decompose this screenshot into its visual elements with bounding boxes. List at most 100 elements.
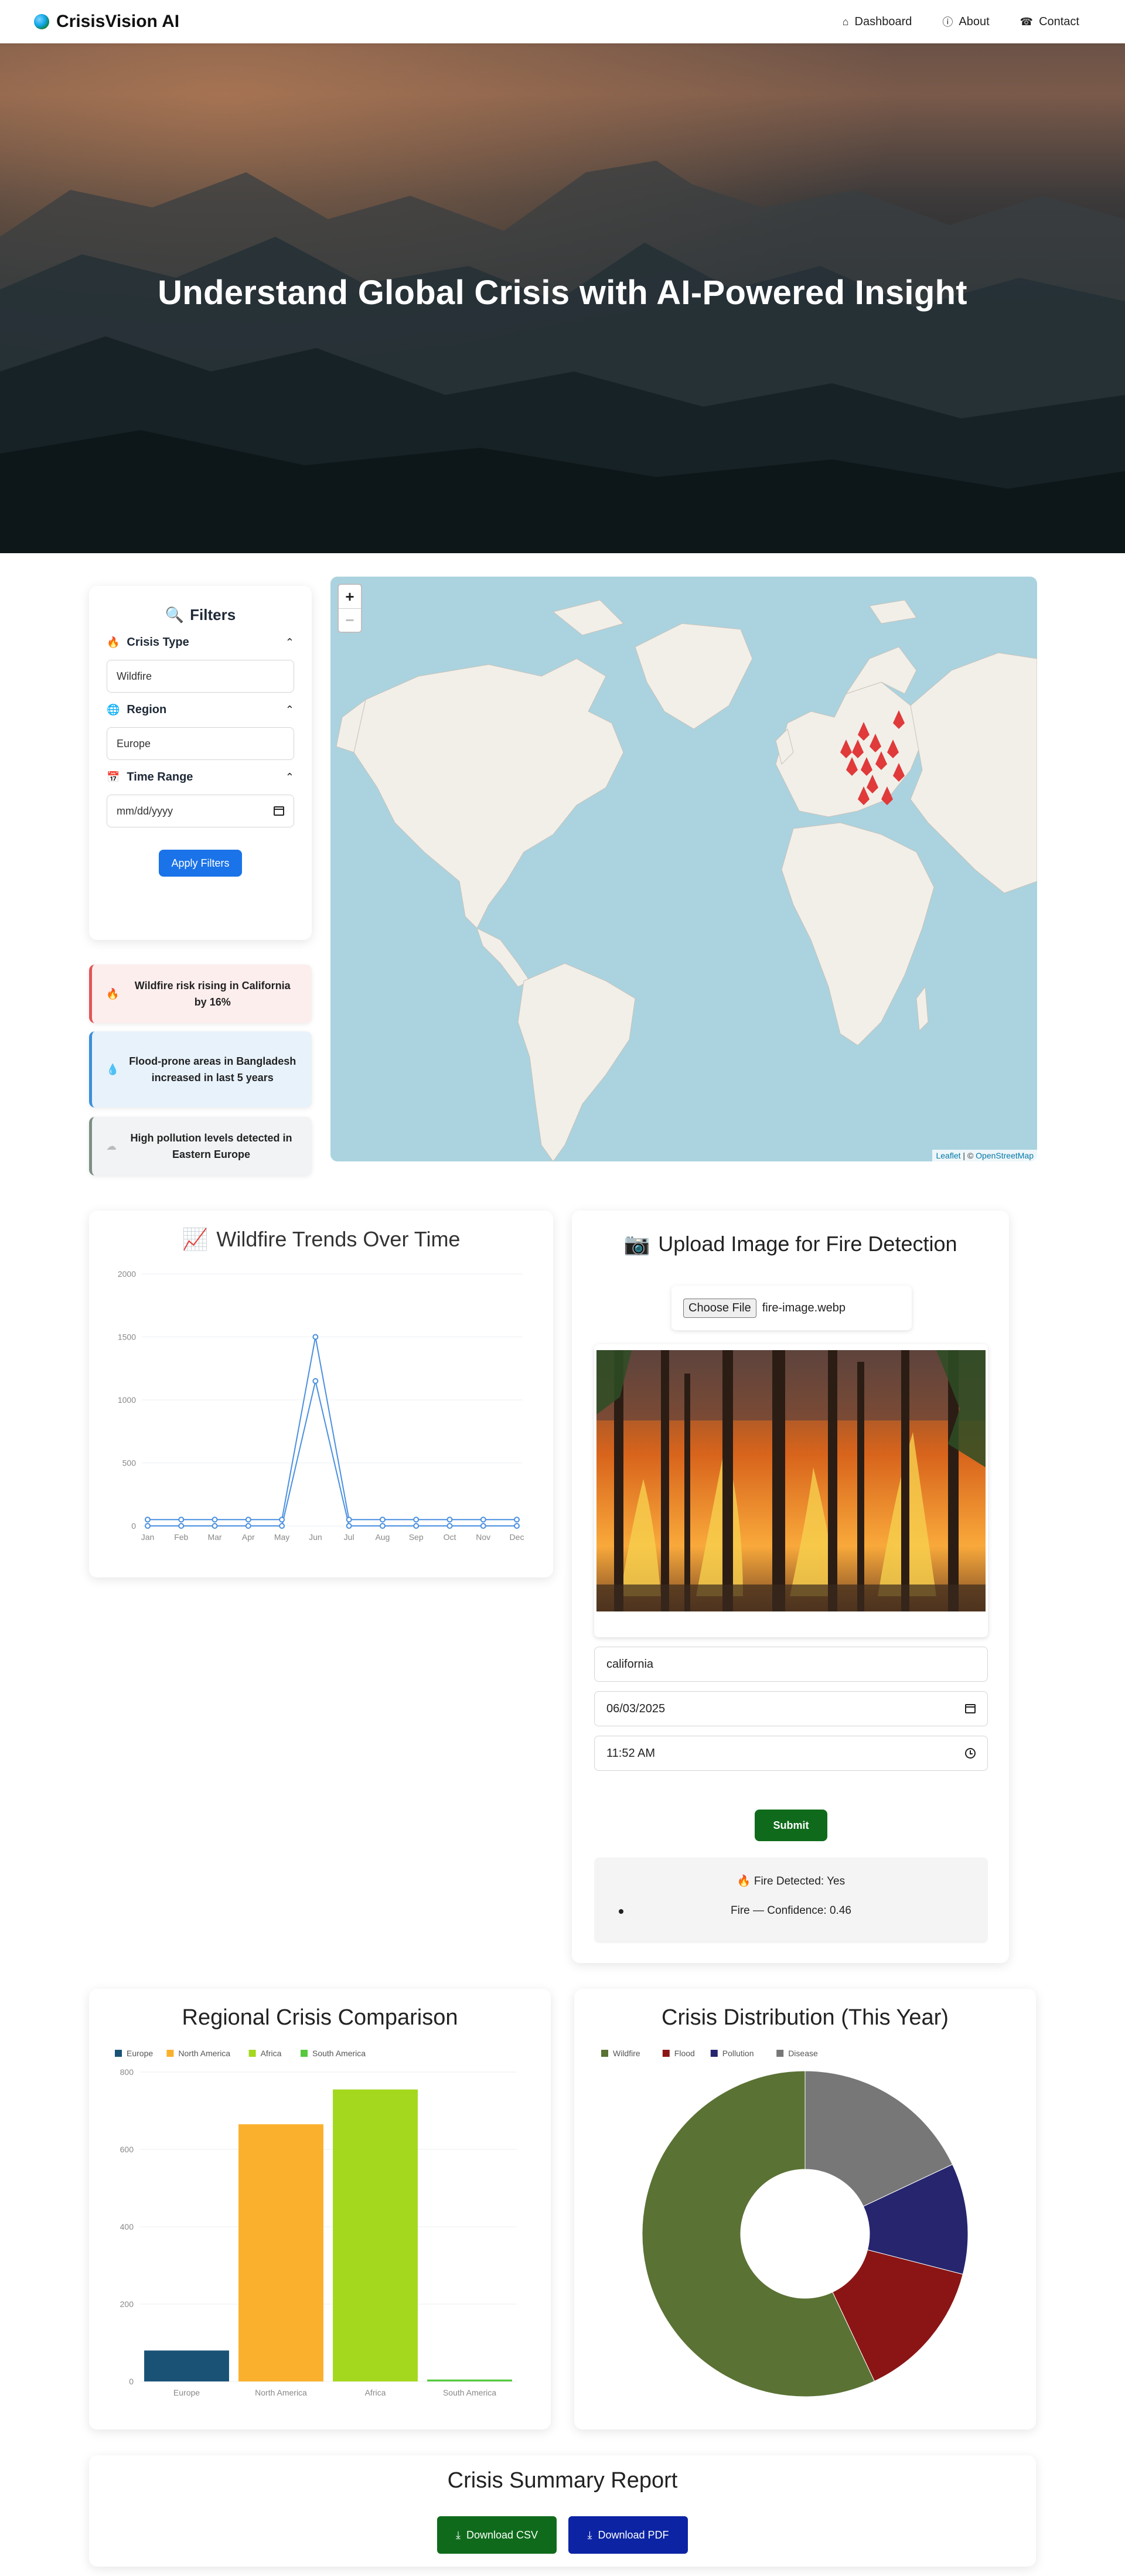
x-tick-label: North America [255,2388,307,2397]
legend-label: Disease [788,2049,818,2058]
x-tick-label: Feb [174,1532,188,1542]
data-point [279,1517,285,1523]
x-tick-label: Europe [173,2388,200,2397]
magnifier-icon: 🔍 [165,606,185,623]
crisis-type-label: Crisis Type [127,636,189,649]
fire-icon: 🔥 [106,987,120,1000]
globe-icon [34,14,49,29]
legend-swatch [115,2050,122,2057]
date-value: 06/03/2025 [606,1702,666,1715]
trend-chart: 0 500 1000 1500 2000 Jan Feb Mar Apr May Jun Jul Aug… [118,1269,524,1542]
chevron-up-icon[interactable]: ⌃ [285,771,294,783]
time-value: 11:52 AM [606,1746,656,1760]
alert-text: Flood-prone areas in Bangladesh increase… [129,1055,296,1083]
zoom-in-button[interactable]: + [339,585,361,608]
result-item: Fire — Confidence: 0.46 [731,1904,851,1917]
nav-links: ⌂ Dashboard ⓘ About ☎ Contact [843,14,1079,29]
legend-swatch [166,2050,174,2057]
crisis-type-input[interactable]: Wildfire [107,660,294,693]
result-heading: 🔥 Fire Detected: Yes [594,1874,988,1888]
series-line [148,1381,517,1526]
fire-icon: 🔥 [107,636,120,648]
legend-swatch [776,2050,784,2057]
chevron-up-icon[interactable]: ⌃ [285,704,294,716]
date-input[interactable]: 06/03/2025 [594,1691,988,1726]
droplet-icon: 💧 [106,1063,120,1075]
result-heading-text: Fire Detected: Yes [754,1875,846,1887]
nav-link-label: About [959,15,990,28]
file-input[interactable]: Choose File fire-image.webp [671,1286,912,1330]
legend-label: Europe [127,2049,153,2058]
map-tiles [336,599,1037,1161]
download-csv-button[interactable]: ⤓ Download CSV [437,2516,557,2554]
alert-card: 💧 Flood-prone areas in Bangladesh increa… [89,1031,312,1108]
data-point [178,1523,185,1529]
x-tick-label: Jul [344,1532,354,1542]
file-name: fire-image.webp [762,1301,846,1314]
calendar-icon: 📅 [107,771,120,783]
clock-icon[interactable] [965,1748,976,1759]
region-label: Region [127,703,167,716]
data-point [446,1517,453,1523]
world-map[interactable]: + − Leaflet | © OpenStreetMap [330,577,1037,1161]
nav-link-about[interactable]: ⓘ About [942,14,989,29]
x-tick-label: Aug [375,1532,390,1542]
data-point [312,1334,319,1340]
distribution-donut-chart: Wildfire Flood Pollution Disease [601,2049,969,2397]
region-label-wrap: 🌐 Region [107,703,166,717]
choose-file-button[interactable]: Choose File [683,1298,756,1318]
info-icon: ⓘ [942,16,953,28]
region-input[interactable]: Europe [107,727,294,760]
y-tick-label: 0 [129,2377,134,2386]
distribution-card: Crisis Distribution (This Year) Wildfire… [574,1989,1036,2430]
legend-label: Pollution [722,2049,754,2058]
x-tick-label: Apr [242,1532,255,1542]
alert-card: 🔥 Wildfire risk rising in California by … [89,965,312,1023]
hero: Understand Global Crisis with AI-Powered… [0,43,1125,553]
data-point [245,1523,251,1529]
time-range-header[interactable]: 📅 Time Range ⌃ [107,771,294,784]
brand[interactable]: CrisisVision AI [34,12,179,32]
leaflet-link[interactable]: Leaflet [936,1151,960,1160]
x-tick-label: Mar [207,1532,221,1542]
nav-link-contact[interactable]: ☎ Contact [1020,14,1079,29]
apply-filters-button[interactable]: Apply Filters [159,850,242,877]
legend-label: South America [312,2049,366,2058]
filters-heading: 🔍 Filters [107,606,294,624]
data-point [480,1517,486,1523]
upload-heading: 📷 Upload Image for Fire Detection [572,1232,1009,1256]
y-tick-label: 2000 [118,1269,136,1279]
globe-icon: 🌐 [107,704,120,715]
download-icon: ⤓ [455,2529,461,2541]
y-tick-label: 600 [120,2145,134,2154]
zoom-out-button[interactable]: − [339,608,361,632]
nav-link-dashboard[interactable]: ⌂ Dashboard [843,14,912,29]
date-input[interactable]: mm/dd/yyyy [107,795,294,827]
calendar-picker-icon[interactable] [274,806,284,816]
region-header[interactable]: 🌐 Region ⌃ [107,703,294,717]
download-csv-label: Download CSV [466,2529,538,2541]
nav-link-label: Contact [1039,15,1079,28]
osm-link[interactable]: OpenStreetMap [976,1151,1034,1160]
camera-icon: 📷 [623,1232,650,1256]
upload-title: Upload Image for Fire Detection [658,1232,957,1256]
crisis-type-header[interactable]: 🔥 Crisis Type ⌃ [107,636,294,649]
x-tick-label: Jun [309,1532,322,1542]
y-tick-label: 800 [120,2067,134,2077]
navbar: CrisisVision AI ⌂ Dashboard ⓘ About ☎ Co… [0,0,1125,43]
data-point [145,1517,151,1523]
regional-bar-chart: Europe North America Africa South America 0 2… [115,2049,517,2397]
submit-button[interactable]: Submit [755,1810,827,1841]
chevron-up-icon[interactable]: ⌃ [285,636,294,649]
filters-panel: 🔍 Filters 🔥 Crisis Type ⌃ Wildfire 🌐 Reg… [89,586,312,940]
download-pdf-button[interactable]: ⤓ Download PDF [568,2516,688,2554]
time-input[interactable]: 11:52 AM [594,1736,988,1771]
calendar-picker-icon[interactable] [965,1704,976,1713]
series-line [148,1337,517,1521]
wildfire-preview-image [596,1350,986,1611]
crisis-type-label-wrap: 🔥 Crisis Type [107,636,189,649]
location-input[interactable]: california [594,1647,988,1682]
hero-title: Understand Global Crisis with AI-Powered… [158,274,967,312]
legend-label: North America [178,2049,230,2058]
phone-icon: ☎ [1020,15,1034,28]
